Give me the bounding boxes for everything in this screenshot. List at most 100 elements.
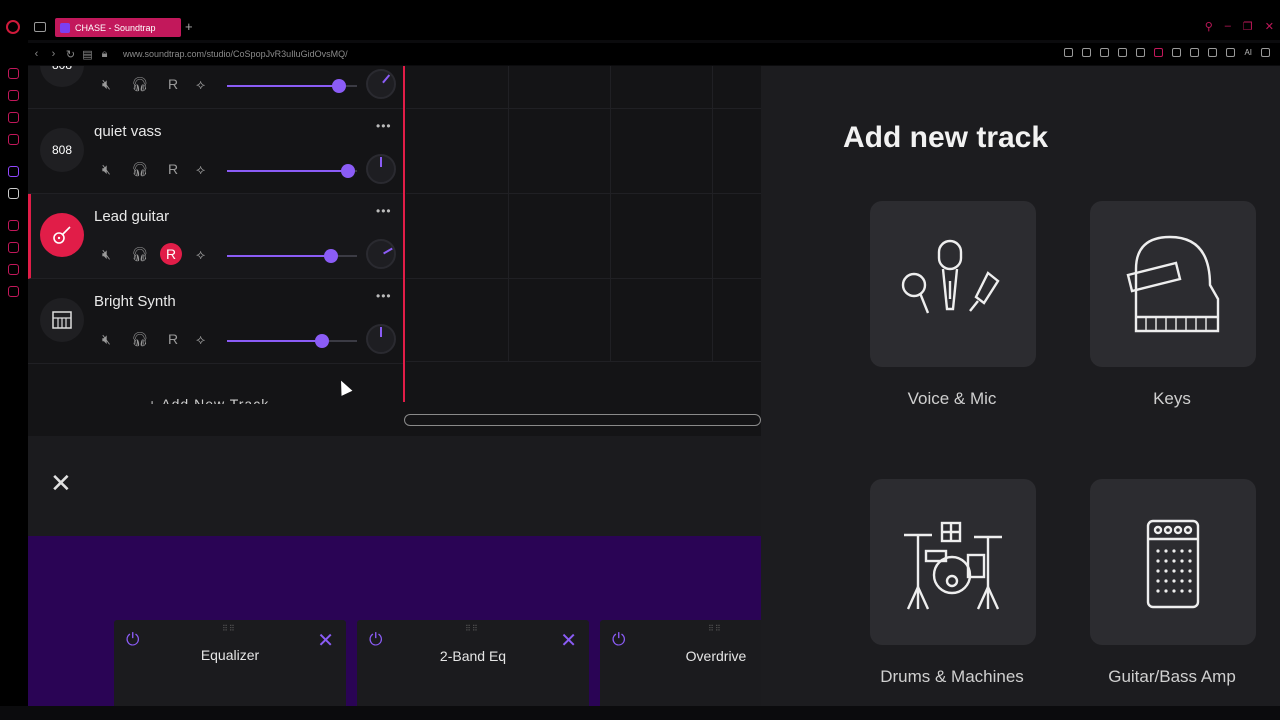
keys-label[interactable]: Keys [1062,389,1280,409]
bookmark-icon[interactable] [1064,48,1074,57]
drum-machine-icon: 808 [40,128,84,172]
power-icon[interactable]: ⏻ [369,630,382,650]
mute-icon[interactable]: 🔇︎ [102,246,111,263]
track-menu-icon[interactable]: ••• [376,119,392,133]
automation-icon[interactable]: ⟡ [196,161,205,178]
browser-titlebar: CHASE - Soundtrap + ⚲ – ❐ ✕ [0,0,1280,40]
sidebar-cube-icon[interactable] [8,264,19,275]
drag-handle-icon[interactable]: ⠿⠿ [465,624,479,633]
opera-logo-icon[interactable] [6,20,20,34]
track-row-selected[interactable]: Lead guitar ••• 🔇︎ 🎧︎ R ⟡ [28,194,404,279]
power-icon[interactable]: ⏻ [612,630,625,650]
guitar-amp-tile[interactable] [1090,479,1256,645]
play-icon[interactable] [1118,48,1128,57]
sidebar-bag-icon[interactable] [8,90,19,101]
remove-effect-icon[interactable]: ✕ [560,628,577,653]
microphones-icon [901,239,1000,314]
track-name[interactable]: quiet vass [94,123,162,140]
sidebar-info-icon[interactable] [8,220,19,231]
effect-card[interactable]: ⏻ ⠿⠿ 2-Band Eq ✕ [357,620,589,706]
headphones-solo-icon[interactable]: 🎧︎ [131,76,149,93]
headphones-solo-icon[interactable]: 🎧︎ [131,331,149,348]
track-name[interactable]: Lead guitar [94,208,169,225]
drums-label[interactable]: Drums & Machines [842,667,1062,687]
heart-icon[interactable] [1136,48,1146,57]
new-tab-icon[interactable]: + [185,19,193,34]
automation-icon[interactable]: ⟡ [196,76,205,93]
volume-knob[interactable] [340,164,355,178]
pan-knob[interactable] [366,154,396,184]
maximize-icon[interactable]: ❐ [1243,20,1253,33]
track-row[interactable]: 808 quiet vass ••• 🔇︎ 🎧︎ R ⟡ [28,109,404,194]
tab-title: CHASE - Soundtrap [75,22,156,33]
voice-mic-tile[interactable] [870,201,1036,367]
sidebar-twitch-icon[interactable] [8,166,19,177]
reload-icon[interactable]: ↻ [62,48,79,61]
pan-knob[interactable] [366,324,396,354]
menu-icon[interactable] [1261,48,1270,57]
guitar-amp-label[interactable]: Guitar/Bass Amp [1062,667,1280,687]
volume-slider[interactable] [227,334,357,348]
tab-switcher-icon[interactable] [34,22,46,32]
shield-icon[interactable] [1100,48,1110,57]
volume-knob[interactable] [331,79,346,93]
account-icon[interactable] [1208,48,1218,57]
sidebar-clock-icon[interactable] [8,242,19,253]
track-row[interactable]: 808 🔇︎ 🎧︎ R ⟡ [28,66,404,109]
track-row[interactable]: Bright Synth ••• 🔇︎ 🎧︎ R ⟡ [28,279,404,364]
drag-handle-icon[interactable]: ⠿⠿ [222,624,236,633]
add-new-track-button[interactable]: + Add New Track [148,396,269,404]
record-arm-button[interactable]: R [162,73,184,95]
download-icon[interactable] [1226,48,1236,57]
automation-icon[interactable]: ⟡ [196,246,205,263]
browser-tab-soundtrap[interactable]: CHASE - Soundtrap [55,18,181,37]
extension-red-icon[interactable] [1154,48,1164,57]
amplifier-icon [1146,519,1200,609]
ai-button[interactable]: AI [1244,48,1252,57]
effect-card[interactable]: ⏻ ⠿⠿ Overdrive [600,620,761,706]
back-icon[interactable]: ‹ [28,48,45,60]
record-arm-button[interactable]: R [162,158,184,180]
mute-icon[interactable]: 🔇︎ [102,161,111,178]
track-menu-icon[interactable]: ••• [376,289,392,303]
automation-icon[interactable]: ⟡ [196,331,205,348]
headphones-solo-icon[interactable]: 🎧︎ [131,246,149,263]
record-arm-button[interactable]: R [160,243,182,265]
timeline-grid[interactable] [406,66,761,362]
headphones-solo-icon[interactable]: 🎧︎ [131,161,149,178]
track-name[interactable]: Bright Synth [94,293,176,310]
drag-handle-icon[interactable]: ⠿⠿ [708,624,722,633]
keys-tile[interactable] [1090,201,1256,367]
url-field[interactable]: www.soundtrap.com/studio/CoSpopJvR3uIluG… [123,49,348,59]
volume-slider[interactable] [227,249,357,263]
playhead[interactable] [403,66,405,402]
timeline-scrollbar[interactable] [404,414,761,426]
close-effects-icon[interactable]: ✕ [50,468,72,499]
sidebar-mail-icon[interactable] [8,134,19,145]
voice-mic-label[interactable]: Voice & Mic [842,389,1062,409]
effect-card[interactable]: ⏻ ⠿⠿ Equalizer ✕ [114,620,346,706]
sidebar-messenger-icon[interactable] [8,112,19,123]
track-menu-icon[interactable]: ••• [376,204,392,218]
sidebar-x-icon[interactable] [8,188,19,199]
minimize-icon[interactable]: – [1225,20,1231,33]
snapshot-icon[interactable] [1082,48,1092,57]
sidebar-settings-icon[interactable] [8,286,19,297]
forward-icon[interactable]: › [45,48,62,60]
pan-knob[interactable] [366,69,396,99]
cube-icon[interactable] [1172,48,1182,57]
search-icon[interactable]: ⚲ [1205,20,1213,33]
pan-knob[interactable] [366,239,396,269]
remove-effect-icon[interactable]: ✕ [317,628,334,653]
mute-icon[interactable]: 🔇︎ [102,331,111,348]
volume-knob[interactable] [314,334,329,348]
mute-icon[interactable]: 🔇︎ [102,76,111,93]
volume-slider[interactable] [227,164,357,178]
puzzle-icon[interactable] [1190,48,1200,57]
drums-tile[interactable] [870,479,1036,645]
volume-slider[interactable] [227,79,357,93]
sidebar-history-icon[interactable] [8,68,19,79]
record-arm-button[interactable]: R [162,328,184,350]
volume-knob[interactable] [324,249,338,263]
close-window-icon[interactable]: ✕ [1265,20,1274,33]
